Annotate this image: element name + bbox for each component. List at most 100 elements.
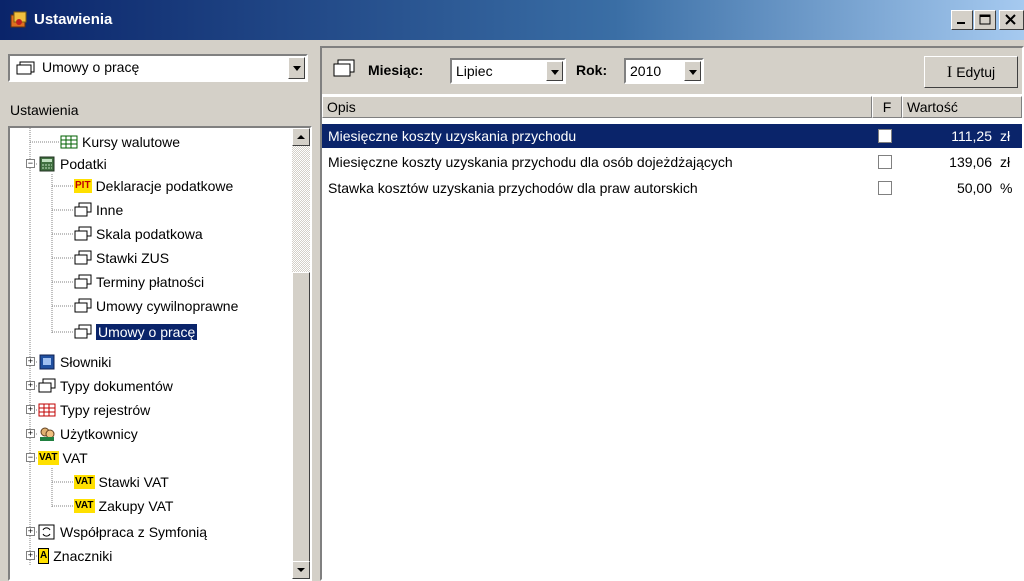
tree-node-label: Skala podatkowa — [96, 226, 203, 242]
flag-checkbox[interactable] — [878, 129, 892, 143]
collapse-toggle[interactable]: − — [26, 159, 35, 169]
tree-node-label: Stawki VAT — [98, 474, 169, 490]
users-icon — [38, 426, 56, 442]
sync-icon — [38, 524, 56, 540]
tree-node[interactable]: Typy dokumentów — [38, 375, 173, 397]
expand-toggle[interactable]: + — [26, 527, 35, 537]
flag-checkbox[interactable] — [878, 155, 892, 169]
folder-icon — [16, 61, 36, 78]
tree-node[interactable]: Typy rejestrów — [38, 399, 150, 421]
register-icon — [38, 402, 56, 418]
folder-icon — [74, 202, 92, 218]
maximize-button[interactable] — [974, 10, 996, 30]
folder-icon — [74, 250, 92, 266]
flag-checkbox[interactable] — [878, 181, 892, 195]
left-panel: Umowy o pracę Ustawienia − + + + + − + +… — [8, 46, 312, 581]
window-title: Ustawienia — [34, 11, 113, 28]
tree-node[interactable]: Umowy o pracę — [74, 321, 199, 343]
marker-icon: A — [38, 548, 50, 565]
month-label: Miesiąc: — [368, 62, 423, 78]
calculator-icon — [38, 156, 56, 172]
expand-toggle[interactable]: + — [26, 357, 35, 367]
month-label-text: Miesiąc: — [368, 62, 424, 78]
arrow-down-icon — [297, 568, 305, 572]
scroll-up-button[interactable] — [292, 128, 310, 146]
tree-node[interactable]: A Znaczniki — [38, 545, 112, 567]
expand-toggle[interactable]: + — [26, 381, 35, 391]
column-header-value[interactable]: Wartość — [902, 96, 1022, 118]
tree-node[interactable]: Użytkownicy — [38, 423, 138, 445]
tree-node-label: VAT — [62, 450, 88, 466]
tree-node-label: Umowy o pracę — [94, 323, 199, 341]
month-select-value: Lipiec — [456, 63, 493, 79]
table-row[interactable]: Stawka kosztów uzyskania przychodów dla … — [322, 176, 1022, 200]
tree-node[interactable]: Stawki ZUS — [74, 247, 169, 269]
tree-node[interactable]: VAT Zakupy VAT — [74, 495, 173, 517]
tree-node[interactable]: Skala podatkowa — [74, 223, 203, 245]
folder-icon — [74, 298, 92, 314]
tree-node-label: Terminy płatności — [96, 274, 205, 290]
tree-node[interactable]: Umowy cywilnoprawne — [74, 295, 238, 317]
month-select[interactable]: Lipiec — [450, 58, 566, 84]
tree-node-label: Znaczniki — [53, 548, 113, 564]
scroll-thumb[interactable] — [292, 272, 310, 562]
tree-node[interactable]: Terminy płatności — [74, 271, 204, 293]
chevron-down-icon[interactable] — [288, 57, 305, 79]
tree-scrollbar[interactable] — [292, 128, 310, 579]
row-unit: % — [1000, 180, 1013, 196]
close-button[interactable] — [999, 10, 1024, 30]
tree-node-label: Typy dokumentów — [60, 378, 173, 394]
edit-button-label: Edytuj — [956, 64, 996, 80]
vat-icon: VAT — [38, 451, 59, 466]
tree-node[interactable]: Podatki — [38, 153, 107, 175]
chevron-down-icon[interactable] — [546, 61, 563, 81]
column-header-desc[interactable]: Opis — [322, 96, 872, 118]
tree-node[interactable]: Kursy walutowe — [60, 131, 180, 153]
minimize-button[interactable] — [951, 10, 973, 30]
close-icon — [1005, 14, 1016, 25]
tree-node-label: Umowy cywilnoprawne — [96, 298, 239, 314]
settings-tree[interactable]: − + + + + − + + Kursy walutowe Podatki PIT… — [8, 126, 312, 581]
collapse-toggle[interactable]: − — [26, 453, 35, 463]
row-unit: zł — [1000, 154, 1011, 170]
tree-content: − + + + + − + + Kursy walutowe Podatki PIT… — [10, 128, 290, 579]
row-description: Stawka kosztów uzyskania przychodów dla … — [328, 180, 698, 196]
maximize-icon — [979, 14, 991, 25]
folder-icon — [74, 226, 92, 242]
row-value: 139,06 — [949, 154, 992, 170]
row-value: 111,25 — [951, 128, 992, 144]
year-select[interactable]: 2010 — [624, 58, 704, 84]
expand-toggle[interactable]: + — [26, 429, 35, 439]
year-label: Rok: — [576, 62, 608, 78]
app-icon — [10, 11, 27, 28]
tree-node[interactable]: PIT Deklaracje podatkowe — [74, 175, 233, 197]
tree-node[interactable]: Inne — [74, 199, 123, 221]
table-row[interactable]: Miesięczne koszty uzyskania przychodu dl… — [322, 150, 1022, 174]
table-icon — [60, 134, 78, 150]
text-cursor-icon: I — [946, 64, 953, 81]
tree-header: Ustawienia — [10, 102, 79, 118]
row-value: 50,00 — [956, 180, 992, 196]
scroll-down-button[interactable] — [292, 561, 310, 579]
category-combo[interactable]: Umowy o pracę — [8, 54, 308, 82]
row-unit: zł — [1000, 128, 1011, 144]
pit-icon: PIT — [74, 179, 92, 194]
tree-node[interactable]: Słowniki — [38, 351, 111, 373]
tree-node-label: Słowniki — [60, 354, 112, 370]
arrow-up-icon — [297, 135, 305, 139]
tree-node[interactable]: VAT Stawki VAT — [74, 471, 169, 493]
vat-icon: VAT — [74, 499, 95, 514]
expand-toggle[interactable]: + — [26, 551, 35, 561]
right-panel: Miesiąc: Lipiec Rok: 2010 I Edytuj Opis F… — [320, 46, 1024, 581]
expand-toggle[interactable]: + — [26, 405, 35, 415]
chevron-down-icon[interactable] — [684, 61, 701, 81]
edit-button[interactable]: I Edytuj — [924, 56, 1018, 88]
tree-node[interactable]: VAT VAT — [38, 447, 88, 469]
tree-node-label: Kursy walutowe — [82, 134, 181, 150]
table-row[interactable]: Miesięczne koszty uzyskania przychodu 111… — [322, 124, 1022, 148]
column-header-flag[interactable]: F — [872, 96, 902, 118]
tree-node-label: Zakupy VAT — [98, 498, 174, 514]
title-bar[interactable]: Ustawienia — [0, 0, 1024, 40]
tree-node-label: Typy rejestrów — [60, 402, 151, 418]
tree-node[interactable]: Współpraca z Symfonią — [38, 521, 207, 543]
